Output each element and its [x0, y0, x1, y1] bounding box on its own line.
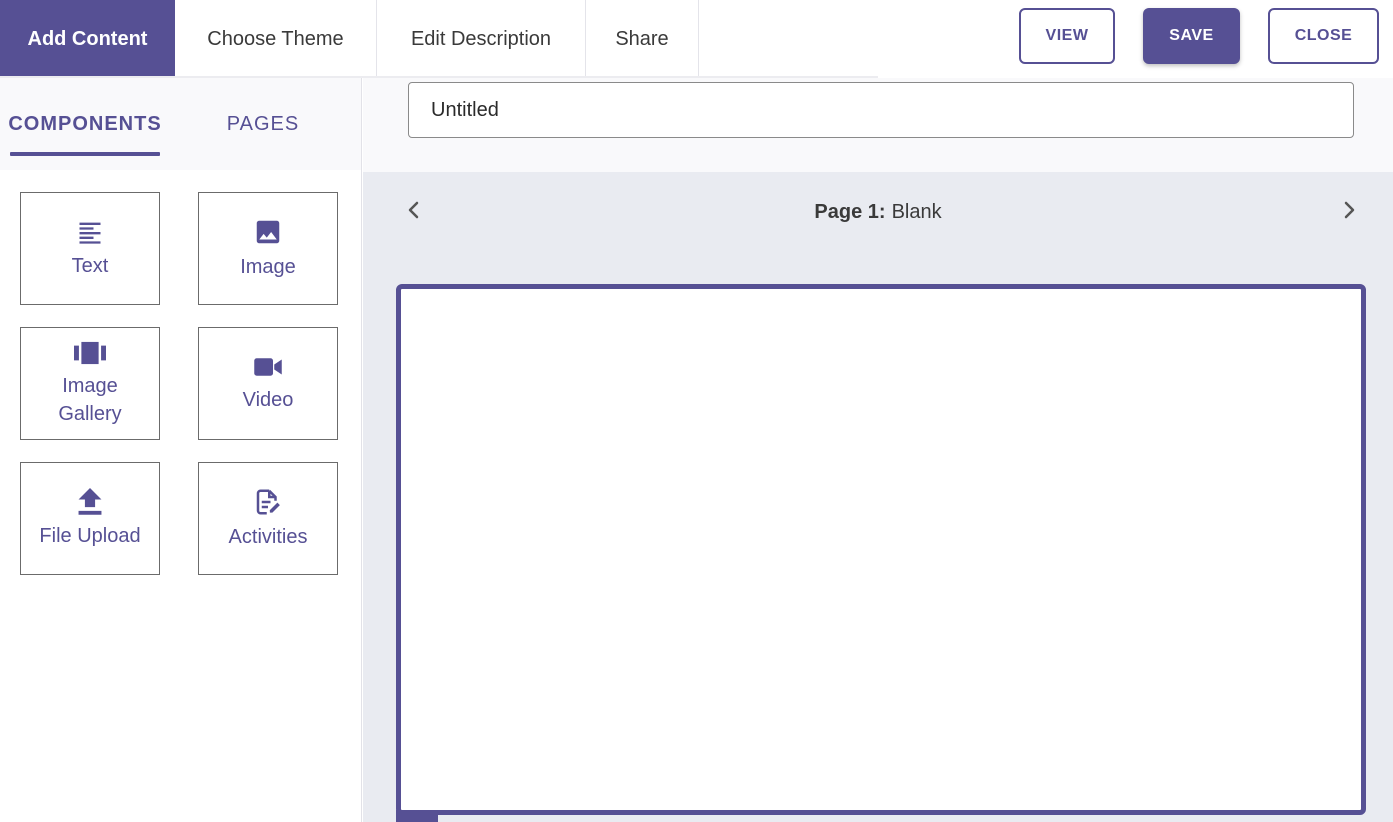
chevron-right-icon — [1341, 200, 1357, 225]
component-file-upload[interactable]: File Upload — [20, 462, 160, 575]
chevron-left-icon — [406, 200, 422, 225]
component-text[interactable]: Text — [20, 192, 160, 305]
view-button[interactable]: VIEW — [1019, 8, 1115, 64]
component-image-gallery[interactable]: Image Gallery — [20, 327, 160, 440]
component-label: File Upload — [39, 524, 141, 547]
next-page-button[interactable] — [1335, 198, 1363, 226]
active-tab-indicator — [10, 152, 160, 156]
sidebar-tabs: COMPONENTS PAGES — [0, 78, 361, 170]
component-image[interactable]: Image — [198, 192, 338, 305]
top-bar: Add Content Choose Theme Edit Descriptio… — [0, 0, 1393, 78]
tab-components[interactable]: COMPONENTS — [8, 78, 162, 170]
tab-pages[interactable]: PAGES — [190, 78, 336, 170]
page-canvas[interactable] — [396, 284, 1366, 815]
component-video[interactable]: Video — [198, 327, 338, 440]
title-input[interactable] — [408, 82, 1354, 138]
previous-page-button[interactable] — [400, 198, 428, 226]
text-lines-icon — [76, 218, 104, 246]
editor-main: Page 1: Blank — [363, 78, 1393, 822]
save-button[interactable]: SAVE — [1143, 8, 1240, 64]
canvas-tab-handle — [396, 810, 438, 822]
title-strip — [363, 78, 1393, 172]
component-label: Activities — [228, 525, 308, 548]
component-label: Image Gallery — [58, 374, 122, 425]
tab-add-content[interactable]: Add Content — [0, 0, 175, 78]
tab-share[interactable]: Share — [586, 0, 699, 78]
page-label: Page 1: Blank — [363, 172, 1393, 252]
component-label: Video — [242, 388, 294, 411]
page-name: Blank — [891, 200, 942, 223]
close-button[interactable]: CLOSE — [1268, 8, 1379, 64]
tab-edit-description[interactable]: Edit Description — [377, 0, 586, 78]
tab-choose-theme[interactable]: Choose Theme — [175, 0, 377, 78]
video-camera-icon — [253, 354, 283, 380]
top-tabs: Add Content Choose Theme Edit Descriptio… — [0, 0, 699, 78]
component-label: Text — [71, 254, 109, 277]
document-edit-icon — [253, 487, 283, 517]
page-navigation: Page 1: Blank — [363, 172, 1393, 252]
image-icon — [253, 217, 283, 247]
component-label: Image — [240, 255, 296, 278]
page-number: Page 1: — [814, 200, 886, 223]
component-activities[interactable]: Activities — [198, 462, 338, 575]
upload-icon — [77, 487, 103, 516]
gallery-carousel-icon — [74, 340, 106, 366]
components-sidebar: COMPONENTS PAGES Text Image Image Galler… — [0, 78, 362, 822]
